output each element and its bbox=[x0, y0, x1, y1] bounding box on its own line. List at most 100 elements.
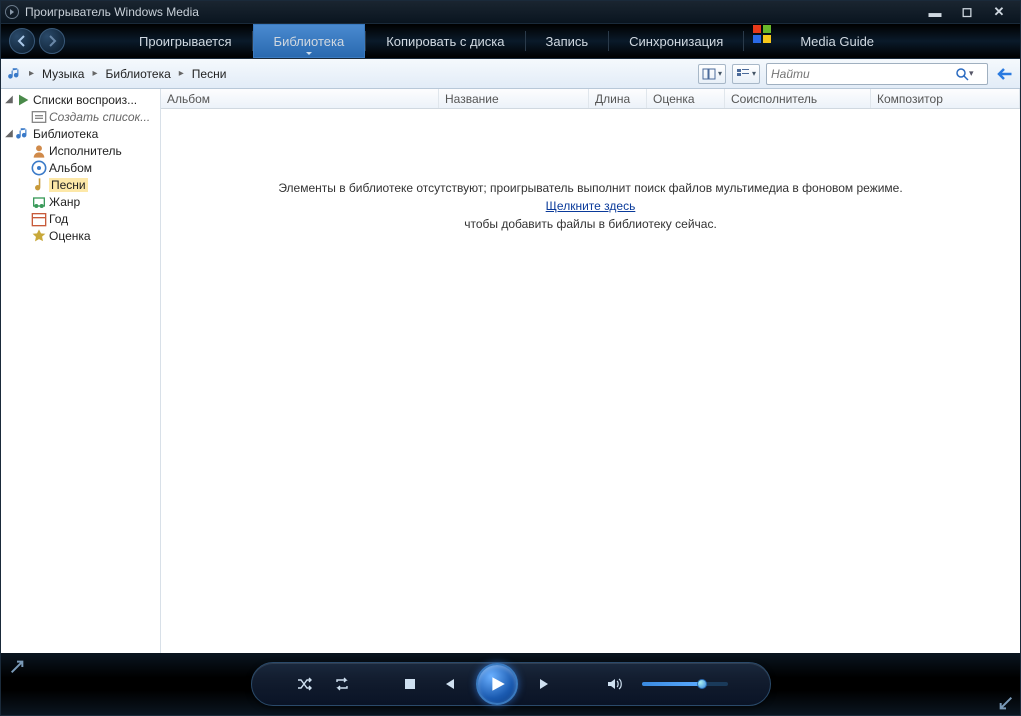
shuffle-button[interactable] bbox=[294, 674, 314, 694]
artist-icon bbox=[31, 144, 47, 158]
song-icon bbox=[31, 178, 47, 192]
music-icon bbox=[7, 67, 23, 81]
player-controls bbox=[251, 662, 771, 706]
search-box[interactable]: ▾ bbox=[766, 63, 988, 85]
breadcrumb-separator-icon: ▸ bbox=[29, 68, 34, 79]
search-dropdown-icon[interactable]: ▾ bbox=[969, 68, 983, 79]
tree-label: Год bbox=[49, 212, 68, 226]
list-area: Элементы в библиотеке отсутствуют; проиг… bbox=[161, 109, 1020, 653]
tab-burn[interactable]: Запись bbox=[526, 24, 609, 58]
rating-icon bbox=[31, 229, 47, 243]
col-label: Альбом bbox=[167, 92, 210, 106]
col-label: Оценка bbox=[653, 92, 695, 106]
empty-text-line2: чтобы добавить файлы в библиотеку сейчас… bbox=[161, 215, 1020, 233]
col-contributing[interactable]: Соисполнитель bbox=[725, 89, 871, 108]
playlist-icon bbox=[15, 93, 31, 107]
genre-icon bbox=[31, 195, 47, 209]
volume-fill bbox=[642, 682, 702, 686]
add-files-link[interactable]: Щелкните здесь bbox=[546, 199, 636, 213]
collapse-icon[interactable]: ◢ bbox=[3, 94, 15, 105]
volume-thumb[interactable] bbox=[697, 679, 707, 689]
repeat-button[interactable] bbox=[332, 674, 352, 694]
tree-playlists[interactable]: ◢ Списки воспроиз... bbox=[1, 91, 160, 108]
music-icon bbox=[15, 127, 31, 141]
breadcrumb-music[interactable]: Музыка bbox=[38, 65, 88, 83]
sidebar: ◢ Списки воспроиз... Создать список... ◢… bbox=[1, 89, 161, 653]
col-label: Композитор bbox=[877, 92, 943, 106]
col-label: Длина bbox=[595, 92, 630, 106]
tree-rating[interactable]: Оценка bbox=[1, 227, 160, 244]
breadcrumb-separator-icon: ▸ bbox=[179, 68, 184, 79]
nav-back-button[interactable] bbox=[9, 28, 35, 54]
maximize-button[interactable]: ◻ bbox=[958, 5, 976, 19]
col-rating[interactable]: Оценка bbox=[647, 89, 725, 108]
window-controls: ▬ ◻ ✕ bbox=[926, 5, 1016, 19]
nav-forward-button[interactable] bbox=[39, 28, 65, 54]
tree-artist[interactable]: Исполнитель bbox=[1, 142, 160, 159]
tab-media-guide[interactable]: Media Guide bbox=[780, 24, 894, 58]
tab-library[interactable]: Библиотека bbox=[253, 24, 366, 58]
tree-label: Исполнитель bbox=[49, 144, 122, 158]
search-icon[interactable] bbox=[955, 67, 969, 81]
tree-create-playlist[interactable]: Создать список... bbox=[1, 108, 160, 125]
next-button[interactable] bbox=[536, 674, 556, 694]
tree-label: Создать список... bbox=[49, 110, 150, 124]
window-title: Проигрыватель Windows Media bbox=[25, 5, 926, 19]
breadcrumb-songs[interactable]: Песни bbox=[188, 65, 231, 83]
dropdown-icon: ▾ bbox=[752, 69, 756, 78]
volume-slider[interactable] bbox=[642, 682, 728, 686]
tab-rip[interactable]: Копировать с диска bbox=[366, 24, 524, 58]
col-album[interactable]: Альбом bbox=[161, 89, 439, 108]
tree-songs[interactable]: Песни bbox=[1, 176, 160, 193]
titlebar: Проигрыватель Windows Media ▬ ◻ ✕ bbox=[1, 1, 1020, 23]
dropdown-icon: ▾ bbox=[718, 69, 722, 78]
tree-year[interactable]: Год bbox=[1, 210, 160, 227]
layout-options-button[interactable]: ▾ bbox=[698, 64, 726, 84]
toolbar: ▸ Музыка ▸ Библиотека ▸ Песни ▾ ▾ ▾ bbox=[1, 59, 1020, 89]
tree-library[interactable]: ◢ Библиотека bbox=[1, 125, 160, 142]
view-options-button[interactable]: ▾ bbox=[732, 64, 760, 84]
switch-to-compact-button[interactable] bbox=[9, 659, 25, 675]
top-nav: Проигрывается Библиотека Копировать с ди… bbox=[1, 23, 1020, 59]
tree-label: Песни bbox=[49, 178, 88, 192]
collapse-icon[interactable]: ◢ bbox=[3, 128, 15, 139]
tree-label: Библиотека bbox=[33, 127, 98, 141]
empty-library-message: Элементы в библиотеке отсутствуют; проиг… bbox=[161, 179, 1020, 233]
tree-label: Альбом bbox=[49, 161, 92, 175]
tab-sync[interactable]: Синхронизация bbox=[609, 24, 743, 58]
tab-separator bbox=[743, 31, 744, 51]
create-playlist-icon bbox=[31, 110, 47, 124]
col-label: Соисполнитель bbox=[731, 92, 817, 106]
content: ◢ Списки воспроиз... Создать список... ◢… bbox=[1, 89, 1020, 653]
col-title[interactable]: Название bbox=[439, 89, 589, 108]
column-headers: Альбом Название Длина Оценка Соисполните… bbox=[161, 89, 1020, 109]
help-arrow-button[interactable] bbox=[994, 64, 1014, 84]
stop-button[interactable] bbox=[400, 674, 420, 694]
close-button[interactable]: ✕ bbox=[990, 5, 1008, 19]
minimize-button[interactable]: ▬ bbox=[926, 5, 944, 19]
main-panel: Альбом Название Длина Оценка Соисполните… bbox=[161, 89, 1020, 653]
col-composer[interactable]: Композитор bbox=[871, 89, 1020, 108]
app-icon bbox=[5, 5, 19, 19]
windows-logo-icon bbox=[752, 24, 772, 44]
play-button[interactable] bbox=[476, 663, 518, 705]
search-input[interactable] bbox=[771, 67, 955, 81]
mute-button[interactable] bbox=[604, 674, 624, 694]
tree-genre[interactable]: Жанр bbox=[1, 193, 160, 210]
col-label: Название bbox=[445, 92, 499, 106]
tree-label: Жанр bbox=[49, 195, 80, 209]
app-window: Проигрыватель Windows Media ▬ ◻ ✕ Проигр… bbox=[0, 0, 1021, 716]
year-icon bbox=[31, 212, 47, 226]
previous-button[interactable] bbox=[438, 674, 458, 694]
col-length[interactable]: Длина bbox=[589, 89, 647, 108]
fullscreen-button[interactable] bbox=[998, 695, 1014, 711]
breadcrumb-library[interactable]: Библиотека bbox=[102, 65, 175, 83]
tab-label: Запись bbox=[546, 34, 589, 49]
breadcrumb: ▸ Музыка ▸ Библиотека ▸ Песни bbox=[7, 65, 692, 83]
tab-now-playing[interactable]: Проигрывается bbox=[119, 24, 252, 58]
tab-label: Библиотека bbox=[274, 34, 345, 49]
tree-album[interactable]: Альбом bbox=[1, 159, 160, 176]
tab-label: Синхронизация bbox=[629, 34, 723, 49]
tab-label: Копировать с диска bbox=[386, 34, 504, 49]
tree-label: Оценка bbox=[49, 229, 91, 243]
